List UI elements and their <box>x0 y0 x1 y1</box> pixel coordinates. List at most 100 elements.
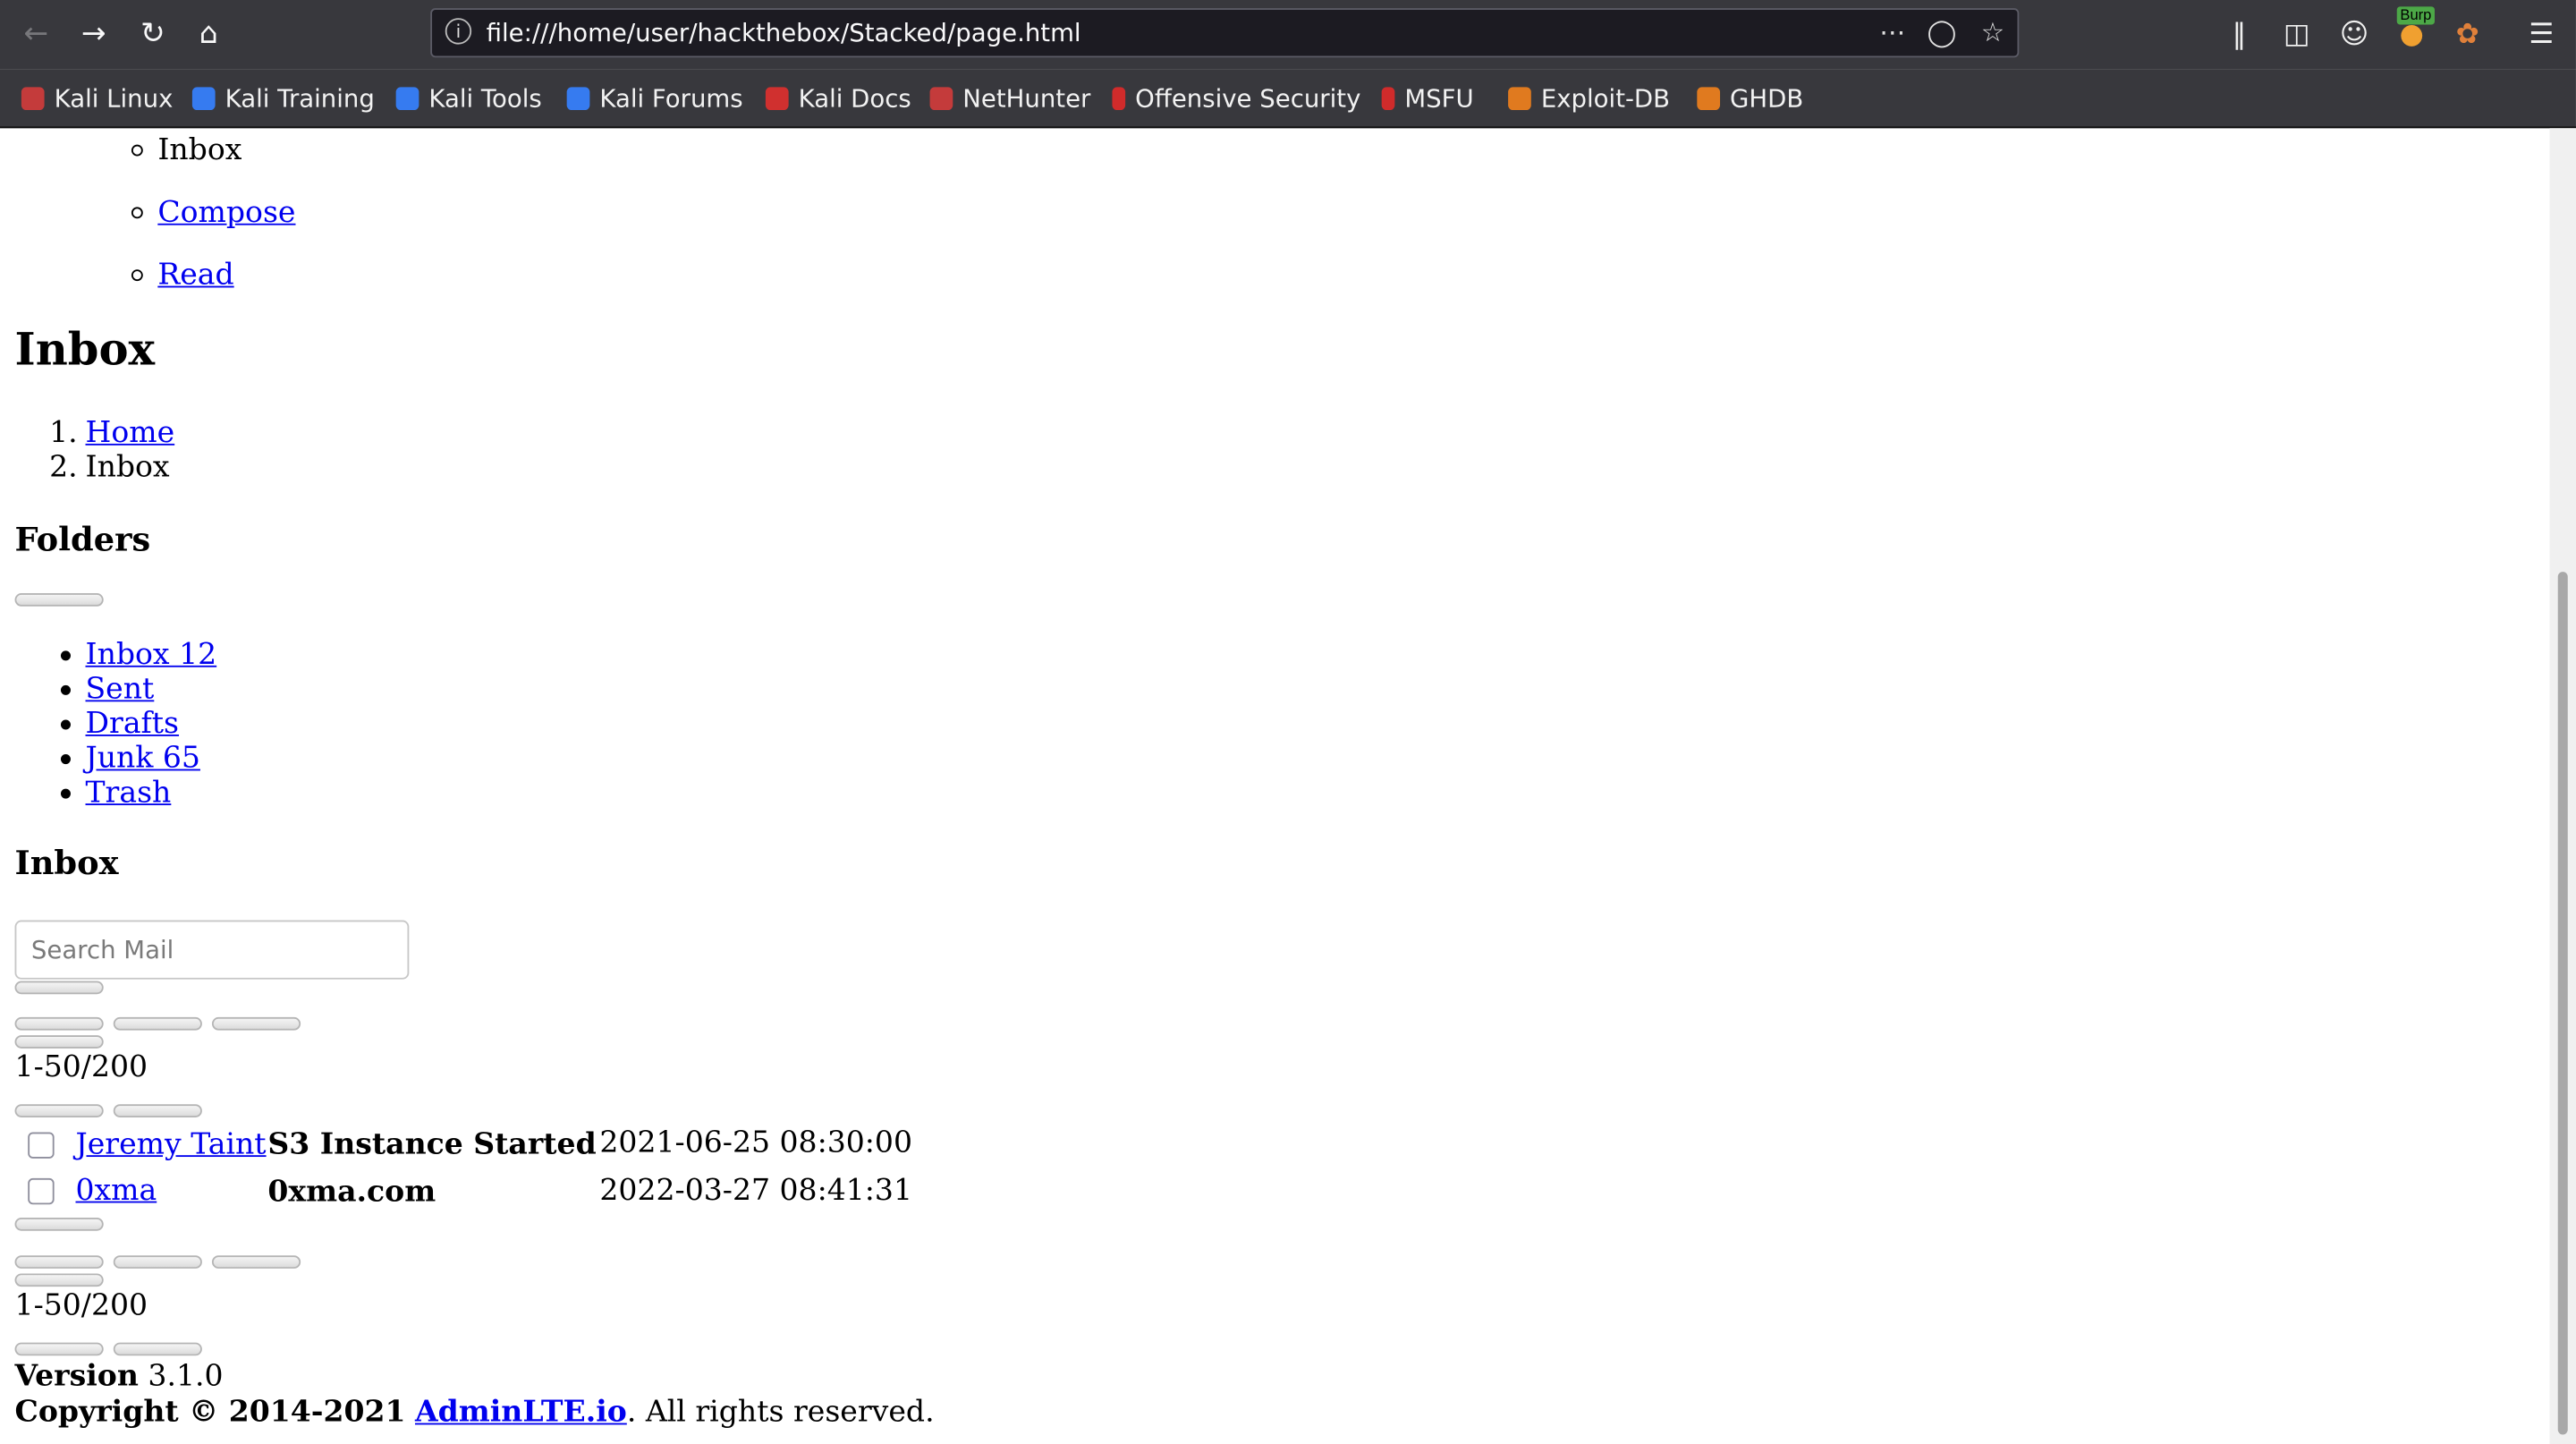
bookmark-label: Kali Forums <box>599 83 743 114</box>
check-all-button[interactable] <box>14 1016 104 1031</box>
breadcrumb-number: 1. <box>49 415 78 451</box>
folder-sent[interactable]: Sent <box>86 672 155 707</box>
bookmark-kali-docs[interactable]: Kali Docs <box>765 82 911 115</box>
next-page-button-bottom[interactable] <box>113 1342 202 1356</box>
list-bullet <box>131 144 143 157</box>
kali-tools-icon <box>395 87 419 111</box>
bookmark-nethunter[interactable]: NetHunter <box>929 82 1091 115</box>
pagination-info: 1-50/200 <box>14 1049 148 1085</box>
pagination-info-bottom: 1-50/200 <box>14 1287 148 1323</box>
version-label: Version <box>14 1358 139 1394</box>
bookmark-label: GHDB <box>1730 83 1804 114</box>
back-icon[interactable]: ← <box>13 12 59 57</box>
copyright-label: Copyright © 2014-2021 <box>14 1395 406 1430</box>
check-all-button-bottom[interactable] <box>14 1217 104 1231</box>
breadcrumb-number: 2. <box>49 450 78 485</box>
extension-icon[interactable]: ✿ <box>2446 12 2489 57</box>
bookmark-label: Exploit-DB <box>1540 83 1671 114</box>
folder-junk[interactable]: Junk 65 <box>86 741 200 776</box>
kali-forums-icon <box>566 87 590 111</box>
bookmark-kali-training[interactable]: Kali Training <box>191 82 375 115</box>
message-checkbox[interactable] <box>28 1177 55 1205</box>
reply-button-bottom[interactable] <box>113 1255 202 1269</box>
list-bullet <box>60 788 71 799</box>
inbox-heading: Inbox <box>14 843 119 883</box>
message-sender[interactable]: 0xma <box>75 1173 157 1208</box>
home-icon[interactable]: ⌂ <box>186 12 232 57</box>
bookmark-kali-forums[interactable]: Kali Forums <box>566 82 743 115</box>
browser-window: ← → ↻ ⌂ i file:///home/user/hackthebox/S… <box>0 0 2576 1444</box>
nethunter-icon <box>929 87 953 111</box>
bookmark-star-icon[interactable]: ☆ <box>1973 15 2012 51</box>
folder-inbox[interactable]: Inbox 12 <box>86 638 217 673</box>
kali-dragon-icon <box>21 87 45 111</box>
footer-copyright: Copyright © 2014-2021 AdminLTE.io. All r… <box>15 1395 935 1430</box>
bookmark-offensive-security[interactable]: Offensive Security <box>1112 82 1360 115</box>
delete-button-bottom[interactable] <box>14 1255 104 1269</box>
delete-button[interactable] <box>113 1016 202 1031</box>
nav-item-inbox: Inbox <box>157 132 242 168</box>
message-subject[interactable]: S3 Instance Started <box>267 1127 596 1162</box>
browser-toolbar: ← → ↻ ⌂ i file:///home/user/hackthebox/S… <box>0 0 2576 70</box>
msfu-icon <box>1381 87 1395 111</box>
list-bullet <box>60 754 71 765</box>
message-sender[interactable]: Jeremy Taint <box>75 1127 266 1162</box>
refresh-button-bottom[interactable] <box>14 1273 104 1287</box>
rights-text: . All rights reserved. <box>626 1395 935 1430</box>
nav-link-read[interactable]: Read <box>157 258 233 293</box>
reply-button[interactable] <box>211 1016 301 1031</box>
next-page-button[interactable] <box>113 1104 202 1117</box>
library-icon[interactable]: ‖ <box>2218 12 2261 57</box>
nav-link-compose[interactable]: Compose <box>157 196 295 231</box>
bookmark-label: Kali Training <box>225 83 375 114</box>
scrollbar-thumb[interactable] <box>2557 572 2568 1435</box>
bookmark-kali-linux[interactable]: Kali Linux <box>21 82 174 115</box>
bookmark-label: Kali Linux <box>54 83 174 114</box>
offsec-icon <box>1112 87 1126 111</box>
page-content: Inbox Compose Read Inbox 1. Home 2. Inbo… <box>0 128 2550 1444</box>
bookmark-ghdb[interactable]: GHDB <box>1697 82 1803 115</box>
message-date: 2021-06-25 08:30:00 <box>599 1125 913 1160</box>
bookmark-label: MSFU <box>1404 83 1474 114</box>
bookmark-label: Offensive Security <box>1135 83 1361 114</box>
reload-icon[interactable]: ↻ <box>130 12 175 57</box>
message-subject[interactable]: 0xma.com <box>267 1175 436 1210</box>
message-checkbox[interactable] <box>28 1132 55 1159</box>
scrollbar[interactable] <box>2549 128 2576 1444</box>
bookmarks-toolbar: Kali Linux Kali Training Kali Tools Kali… <box>0 69 2576 129</box>
kali-training-icon <box>191 87 216 111</box>
url-text[interactable]: file:///home/user/hackthebox/Stacked/pag… <box>487 16 1081 49</box>
page-info-icon[interactable]: i <box>445 18 472 45</box>
bookmark-kali-tools[interactable]: Kali Tools <box>395 82 542 115</box>
prev-page-button[interactable] <box>14 1104 104 1117</box>
collapse-button[interactable] <box>14 593 104 607</box>
menu-icon[interactable]: ☰ <box>2520 12 2563 57</box>
bookmark-label: NetHunter <box>962 83 1091 114</box>
search-mail-input[interactable] <box>14 920 410 980</box>
breadcrumb-home[interactable]: Home <box>86 416 175 451</box>
forward-icon[interactable]: → <box>71 12 116 57</box>
list-bullet <box>60 719 71 730</box>
breadcrumb-current: Inbox <box>85 450 170 485</box>
bookmark-exploit-db[interactable]: Exploit-DB <box>1508 82 1670 115</box>
search-button[interactable] <box>14 981 104 995</box>
page-title: Inbox <box>14 325 156 377</box>
page-actions-icon[interactable]: ⋯ <box>1873 15 1912 51</box>
exploitdb-icon <box>1508 87 1531 111</box>
sidebar-icon[interactable]: ◫ <box>2275 12 2318 57</box>
refresh-button[interactable] <box>14 1035 104 1049</box>
url-bar[interactable]: i file:///home/user/hackthebox/Stacked/p… <box>430 8 2020 58</box>
account-icon[interactable]: ☺ <box>2333 12 2376 57</box>
pocket-icon[interactable]: ◯ <box>1922 15 1962 51</box>
list-bullet <box>131 207 143 219</box>
forward-button-bottom[interactable] <box>211 1255 301 1269</box>
folder-drafts[interactable]: Drafts <box>86 707 180 742</box>
adminlte-link[interactable]: AdminLTE.io <box>415 1395 627 1430</box>
folder-trash[interactable]: Trash <box>86 776 172 811</box>
bookmark-msfu[interactable]: MSFU <box>1381 82 1474 115</box>
list-bullet <box>60 650 71 661</box>
footer-version: Version 3.1.0 <box>15 1359 224 1394</box>
version-number: 3.1.0 <box>148 1358 224 1394</box>
kali-docs-icon <box>765 87 789 111</box>
prev-page-button-bottom[interactable] <box>14 1342 104 1356</box>
